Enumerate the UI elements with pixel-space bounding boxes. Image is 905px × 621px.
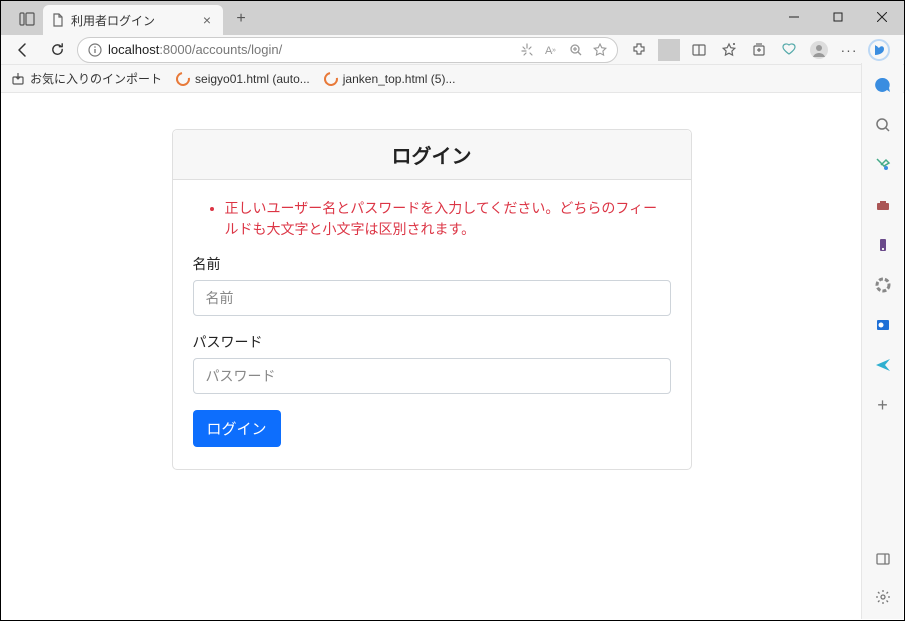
error-message: 正しいユーザー名とパスワードを入力してください。どちらのフィールドも大文字と小文… xyxy=(225,198,671,240)
address-bar[interactable]: localhost:8000/accounts/login/ A» xyxy=(77,37,618,63)
side-games-icon[interactable] xyxy=(871,233,895,257)
zoom-icon[interactable] xyxy=(569,43,583,57)
read-aloud-icon[interactable]: A» xyxy=(545,43,559,57)
bookmark-label: seigyo01.html (auto... xyxy=(195,72,310,86)
password-label: パスワード xyxy=(193,332,671,352)
page-icon xyxy=(51,13,65,27)
extensions-icon[interactable] xyxy=(628,39,650,61)
side-tools-icon[interactable] xyxy=(871,193,895,217)
toolbar-divider xyxy=(658,39,680,61)
url-text: localhost:8000/accounts/login/ xyxy=(108,42,282,57)
password-input[interactable] xyxy=(193,358,671,394)
card-header: ログイン xyxy=(173,130,691,180)
side-shopping-icon[interactable] xyxy=(871,153,895,177)
back-button[interactable] xyxy=(9,36,37,64)
bookmark-item-1[interactable]: seigyo01.html (auto... xyxy=(176,72,310,86)
bookmark-label: janken_top.html (5)... xyxy=(343,72,456,86)
bookmark-favicon-icon xyxy=(321,69,340,88)
svg-text:»: » xyxy=(552,47,556,54)
profile-avatar[interactable] xyxy=(808,39,830,61)
import-icon xyxy=(11,72,25,86)
browser-titlebar: 利用者ログイン × + xyxy=(1,1,904,35)
page-content: ログイン 正しいユーザー名とパスワードを入力してください。どちらのフィールドも大… xyxy=(2,93,861,619)
name-input[interactable] xyxy=(193,280,671,316)
edge-side-panel: + xyxy=(861,63,903,619)
side-office-icon[interactable] xyxy=(871,273,895,297)
side-panel-toggle-icon[interactable] xyxy=(871,547,895,571)
site-info-icon[interactable] xyxy=(88,43,102,57)
tab-close-button[interactable]: × xyxy=(199,12,215,28)
window-close-button[interactable] xyxy=(860,1,904,33)
browser-tab[interactable]: 利用者ログイン × xyxy=(43,5,223,35)
window-minimize-button[interactable] xyxy=(772,1,816,33)
collections-icon[interactable] xyxy=(748,39,770,61)
side-chat-icon[interactable] xyxy=(871,73,895,97)
side-send-icon[interactable] xyxy=(871,353,895,377)
window-maximize-button[interactable] xyxy=(816,1,860,33)
browser-toolbar: localhost:8000/accounts/login/ A» ··· xyxy=(1,35,904,65)
login-button[interactable]: ログイン xyxy=(193,410,281,447)
copilot-button[interactable] xyxy=(868,39,890,61)
side-search-icon[interactable] xyxy=(871,113,895,137)
favorite-star-icon[interactable] xyxy=(593,43,607,57)
side-outlook-icon[interactable] xyxy=(871,313,895,337)
search-companion-icon[interactable] xyxy=(521,43,535,57)
side-settings-icon[interactable] xyxy=(871,585,895,609)
bookmark-favicon-icon xyxy=(173,69,192,88)
page-title: ログイン xyxy=(189,140,675,169)
refresh-button[interactable] xyxy=(43,36,71,64)
favorites-icon[interactable] xyxy=(718,39,740,61)
tab-actions-icon[interactable] xyxy=(15,7,39,31)
tab-title: 利用者ログイン xyxy=(71,12,155,29)
bookmark-item-2[interactable]: janken_top.html (5)... xyxy=(324,72,456,86)
reader-icon[interactable] xyxy=(688,39,710,61)
error-list: 正しいユーザー名とパスワードを入力してください。どちらのフィールドも大文字と小文… xyxy=(225,198,671,240)
bookmark-import[interactable]: お気に入りのインポート xyxy=(11,70,162,87)
login-card: ログイン 正しいユーザー名とパスワードを入力してください。どちらのフィールドも大… xyxy=(172,129,692,470)
side-add-icon[interactable]: + xyxy=(871,393,895,417)
health-icon[interactable] xyxy=(778,39,800,61)
name-label: 名前 xyxy=(193,254,671,274)
new-tab-button[interactable]: + xyxy=(227,5,255,33)
more-menu-button[interactable]: ··· xyxy=(838,39,860,61)
bookmarks-bar: お気に入りのインポート seigyo01.html (auto... janke… xyxy=(1,65,904,93)
bookmark-label: お気に入りのインポート xyxy=(30,70,162,87)
